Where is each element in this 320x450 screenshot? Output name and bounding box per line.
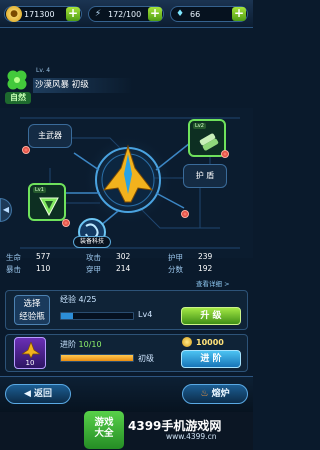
coin-value: 171300 xyxy=(24,9,55,19)
stat-label: 暴击 xyxy=(6,265,21,274)
diamond-icon: ♦ xyxy=(175,9,185,19)
stats-row: 生命 577 攻击 302 护甲 239 xyxy=(6,252,247,263)
slot-level: Lv1 xyxy=(33,187,46,193)
advance-grade: 初级 xyxy=(138,354,154,363)
ship-level: Lv. 4 xyxy=(36,67,51,74)
exp-bar-fill xyxy=(61,313,73,319)
stat-value: 110 xyxy=(36,264,51,273)
diamond-counter: ♦ 66 + xyxy=(170,6,248,22)
stat-label: 分数 xyxy=(168,265,183,274)
advance-value: 10/10 xyxy=(78,340,102,349)
select-label-line2: 经验瓶 xyxy=(19,312,45,322)
advance-ship-icon xyxy=(22,342,40,358)
advance-text: 进阶 10/10 xyxy=(60,339,102,350)
equipment-slot-left[interactable]: Lv1 xyxy=(28,183,66,221)
exp-level-tag: Lv4 xyxy=(138,310,153,319)
equipment-tech-button[interactable]: 装备科技 xyxy=(73,236,111,248)
clover-icon xyxy=(7,70,27,90)
exp-value: 4/25 xyxy=(78,295,97,304)
energy-value: 172/100 xyxy=(108,9,142,19)
exp-text: 经验 4/25 xyxy=(60,294,97,305)
add-energy-button[interactable]: + xyxy=(148,7,162,21)
armor-label: 护 盾 xyxy=(195,171,215,180)
equipment-slot-right[interactable]: Lv2 xyxy=(188,119,226,157)
select-exp-bottle-button[interactable]: 选择 经验瓶 xyxy=(14,295,50,325)
exp-label: 经验 xyxy=(60,295,76,304)
stat-label: 护甲 xyxy=(168,253,183,262)
watermark-logo-line1: 游戏 xyxy=(94,417,114,428)
watermark-logo-line2: 大全 xyxy=(94,428,114,439)
coin-counter: ● 171300 + xyxy=(4,6,82,22)
wing-equipment-icon xyxy=(39,197,59,217)
back-label: 返回 xyxy=(34,389,53,399)
view-details-link[interactable]: 查看详细 > xyxy=(196,278,230,288)
coin-icon: ● xyxy=(6,6,22,22)
upgrade-button[interactable]: 升 级 xyxy=(181,307,241,325)
tech-label: 装备科技 xyxy=(79,238,104,245)
stat-value: 239 xyxy=(198,252,213,261)
fire-icon: ♨ xyxy=(200,389,212,399)
energy-icon: ⚡ xyxy=(94,9,102,19)
advance-bar xyxy=(60,354,134,362)
stat-value: 214 xyxy=(116,264,131,273)
energy-counter: ⚡ 172/100 + xyxy=(88,6,164,22)
forge-label: 熔炉 xyxy=(211,389,230,399)
back-icon: ◀ xyxy=(23,389,35,399)
armor-alert-dot xyxy=(181,210,189,218)
select-label-line1: 选择 xyxy=(23,299,41,309)
stat-value: 192 xyxy=(198,264,213,273)
main-weapon-button[interactable]: 主武器 xyxy=(28,124,72,148)
slot-right-alert-dot xyxy=(221,150,229,158)
advance-item-slot[interactable]: 10 xyxy=(14,337,46,369)
stat-label: 穿甲 xyxy=(86,265,101,274)
advance-item-count: 10 xyxy=(25,359,35,367)
stat-label: 攻击 xyxy=(86,253,101,262)
watermark-logo: 游戏 大全 xyxy=(84,411,124,449)
advance-button-label: 进 阶 xyxy=(200,354,222,364)
exp-bar xyxy=(60,312,134,320)
diamond-value: 66 xyxy=(190,9,201,19)
coin-icon xyxy=(182,337,192,347)
stat-value: 577 xyxy=(36,252,51,261)
armor-button[interactable]: 护 盾 xyxy=(183,164,227,188)
upgrade-button-label: 升 级 xyxy=(200,311,222,321)
advance-label: 进阶 xyxy=(60,340,76,349)
advance-button[interactable]: 进 阶 xyxy=(181,350,241,368)
forge-button[interactable]: ♨ 熔炉 xyxy=(182,384,248,404)
back-button[interactable]: ◀ 返回 xyxy=(5,384,71,404)
slot-left-alert-dot xyxy=(62,219,70,227)
add-coin-button[interactable]: + xyxy=(66,7,80,21)
stat-value: 302 xyxy=(116,252,131,261)
advance-cost: 10000 xyxy=(182,336,240,348)
slot-level: Lv2 xyxy=(193,123,206,129)
element-label: 自然 xyxy=(5,92,31,104)
main-weapon-label: 主武器 xyxy=(38,131,62,140)
ship-name: 沙漠风暴 初级 xyxy=(33,78,133,93)
cannon-equipment-icon xyxy=(199,133,219,151)
advance-cost-value: 10000 xyxy=(196,337,224,347)
weapon-alert-dot xyxy=(22,146,30,154)
stat-label: 生命 xyxy=(6,253,21,262)
stats-row: 暴击 110 穿甲 214 分数 192 xyxy=(6,264,247,275)
advance-bar-fill xyxy=(61,355,133,361)
add-diamond-button[interactable]: + xyxy=(232,7,246,21)
watermark-url: www.4399.cn xyxy=(166,432,217,441)
